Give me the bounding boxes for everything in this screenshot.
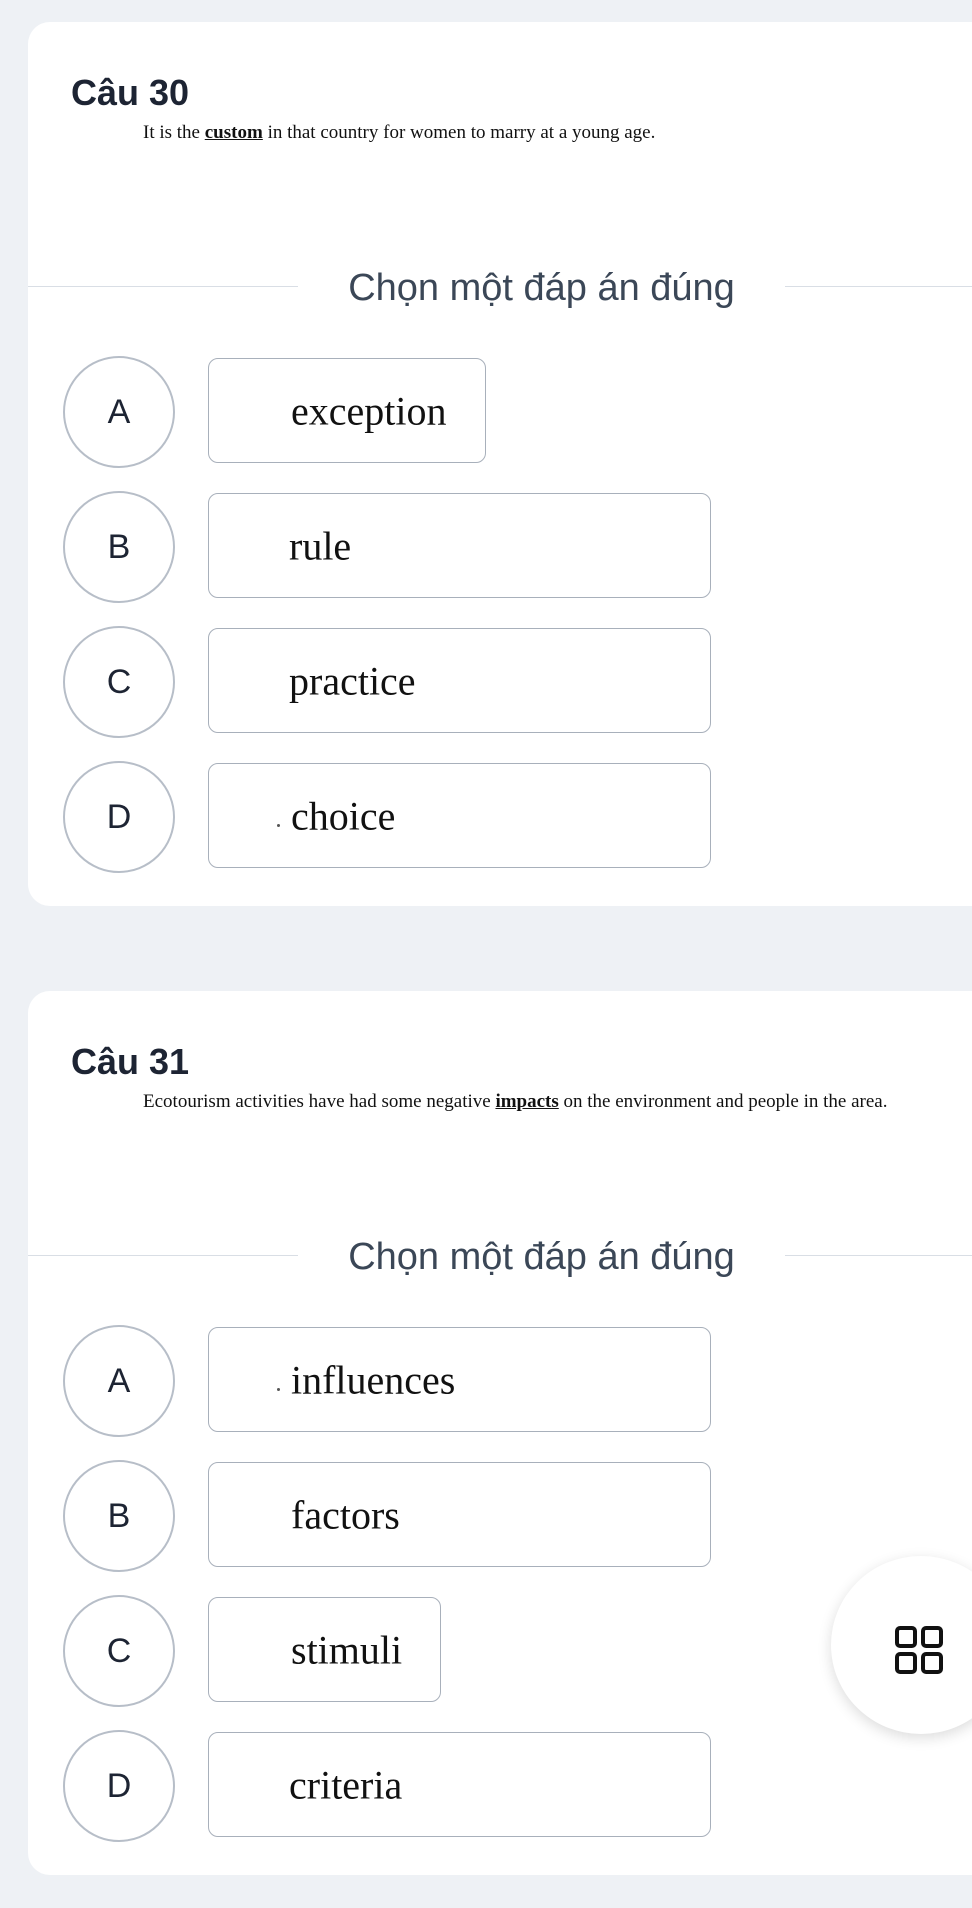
option-answer-box[interactable]: exception xyxy=(208,358,486,463)
divider-line-left xyxy=(28,1255,298,1256)
option-answer-text: choice xyxy=(291,793,396,838)
instruction-label: Chọn một đáp án đúng xyxy=(348,1236,735,1278)
divider-line-left xyxy=(28,286,298,287)
option-answer-text: criteria xyxy=(289,1762,403,1807)
option-d[interactable]: D criteria xyxy=(63,1730,763,1842)
option-answer-box[interactable]: practice xyxy=(208,628,711,733)
option-a[interactable]: A influences xyxy=(63,1325,763,1437)
question-card-30: Câu 30 It is the custom in that country … xyxy=(28,22,972,906)
option-letter[interactable]: A xyxy=(63,1325,175,1437)
option-answer-text: factors xyxy=(291,1492,400,1537)
option-answer-box[interactable]: factors xyxy=(208,1462,711,1567)
option-letter[interactable]: A xyxy=(63,356,175,468)
decorative-dot xyxy=(277,1388,280,1391)
instruction-divider: Chọn một đáp án đúng xyxy=(28,267,972,309)
option-letter[interactable]: C xyxy=(63,626,175,738)
stem-keyword: custom xyxy=(204,122,263,143)
divider-line-right xyxy=(785,286,972,287)
option-answer-box[interactable]: choice xyxy=(208,763,711,868)
option-a[interactable]: A exception xyxy=(63,356,763,468)
option-answer-box[interactable]: rule xyxy=(208,493,711,598)
option-answer-text: practice xyxy=(289,658,416,703)
question-stem: Ecotourism activities have had some nega… xyxy=(143,1091,887,1113)
option-c[interactable]: C stimuli xyxy=(63,1595,763,1707)
option-answer-box[interactable]: influences xyxy=(208,1327,711,1432)
option-answer-box[interactable]: stimuli xyxy=(208,1597,441,1702)
divider-line-right xyxy=(785,1255,972,1256)
instruction-divider: Chọn một đáp án đúng xyxy=(28,1236,972,1278)
question-stem: It is the custom in that country for wom… xyxy=(143,122,655,144)
option-letter[interactable]: D xyxy=(63,761,175,873)
instruction-label: Chọn một đáp án đúng xyxy=(348,267,735,309)
stem-keyword: impacts xyxy=(495,1091,559,1112)
option-letter[interactable]: D xyxy=(63,1730,175,1842)
option-b[interactable]: B factors xyxy=(63,1460,763,1572)
stem-text-after: in that country for women to marry at a … xyxy=(262,122,656,143)
decorative-dot xyxy=(277,824,280,827)
option-d[interactable]: D choice xyxy=(63,761,763,873)
stem-text-after: on the environment and people in the are… xyxy=(558,1091,888,1112)
question-title: Câu 30 xyxy=(71,72,190,113)
stem-text-before: It is the xyxy=(143,122,205,143)
question-card-31: Câu 31 Ecotourism activities have had so… xyxy=(28,991,972,1875)
option-c[interactable]: C practice xyxy=(63,626,763,738)
option-letter[interactable]: B xyxy=(63,491,175,603)
grid-menu-icon xyxy=(895,1626,943,1674)
question-title: Câu 31 xyxy=(71,1041,190,1082)
option-answer-box[interactable]: criteria xyxy=(208,1732,711,1837)
option-answer-text: rule xyxy=(289,523,352,568)
option-letter[interactable]: C xyxy=(63,1595,175,1707)
option-b[interactable]: B rule xyxy=(63,491,763,603)
option-answer-text: influences xyxy=(291,1357,456,1402)
stem-text-before: Ecotourism activities have had some nega… xyxy=(143,1091,496,1112)
option-answer-text: exception xyxy=(291,388,447,433)
option-letter[interactable]: B xyxy=(63,1460,175,1572)
option-answer-text: stimuli xyxy=(291,1627,403,1672)
